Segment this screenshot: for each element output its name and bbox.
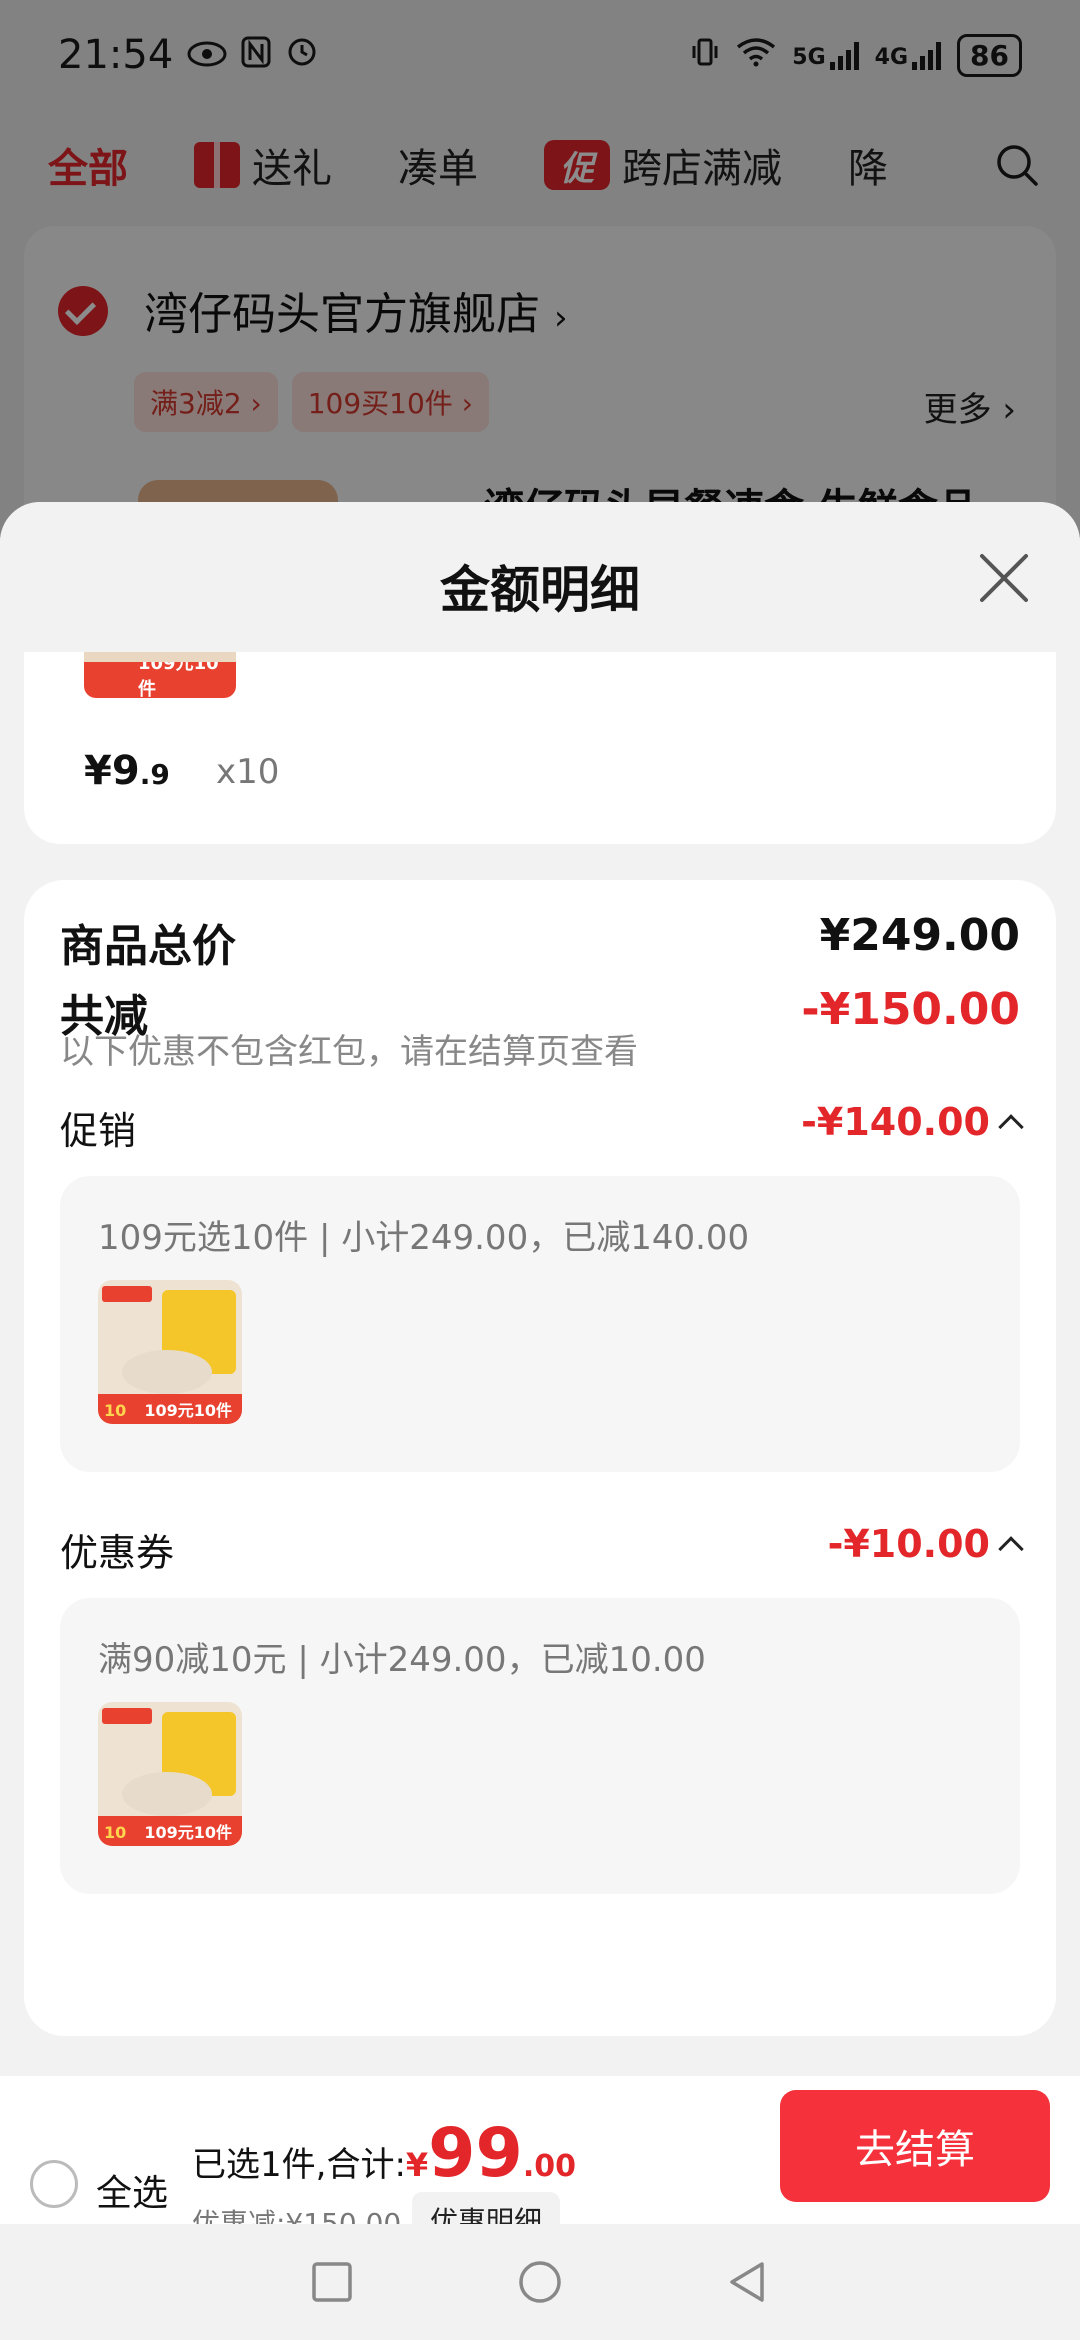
chevron-up-icon <box>998 1536 1024 1562</box>
thumb-price: 10 <box>104 1823 127 1842</box>
total-integer: 99 <box>428 2114 523 2193</box>
dumpling-plate-image <box>122 1350 212 1394</box>
amount-detail-sheet: 金额明细 109元10件 ¥9.9 x10 商品总价 ¥249.00 共减 -¥… <box>0 502 1080 2340</box>
coupon-detail-text: 满90减10元 | 小计249.00，已减10.00 <box>98 1640 706 1680</box>
brand-logo <box>102 1708 152 1724</box>
promotion-product-thumbnail[interactable]: 109元10件 10 <box>98 1280 242 1424</box>
promotion-toggle[interactable]: -¥140.00 <box>801 1100 1024 1144</box>
close-icon[interactable] <box>976 550 1032 606</box>
promotion-detail-text: 109元选10件 | 小计249.00，已减140.00 <box>98 1218 750 1258</box>
total-price-label: 商品总价 <box>60 921 236 972</box>
price-decimal: .9 <box>139 758 170 791</box>
brand-logo <box>102 1286 152 1302</box>
sheet-header: 金额明细 <box>0 502 1080 652</box>
checkout-bar: 全选 已选1件,合计: ¥ 99 .00 优惠减:¥150.00 优惠明细 去结… <box>0 2076 1080 2248</box>
dumpling-plate-image <box>122 1772 212 1816</box>
system-nav-bar <box>0 2224 1080 2340</box>
background-page: 21:54 5G 4G 86 全部 送礼 凑单 促 跨店满减 降 湾仔码头官方旗… <box>0 0 1080 570</box>
total-price-value: ¥249.00 <box>819 910 1020 961</box>
thumb-price: 10 <box>104 1401 127 1420</box>
select-all-label[interactable]: 全选 <box>96 2164 168 2216</box>
discount-total-value: -¥150.00 <box>801 984 1020 1035</box>
promotion-value: -¥140.00 <box>801 1100 990 1144</box>
recent-apps-icon[interactable] <box>308 2258 356 2306</box>
selected-summary: 已选1件,合计: ¥ 99 .00 <box>192 2120 576 2188</box>
sheet-title: 金额明细 <box>440 561 640 619</box>
total-symbol: ¥ <box>405 2146 429 2184</box>
promotion-label: 促销 <box>60 1109 137 1153</box>
selected-text: 已选1件,合计: <box>192 2145 406 2185</box>
checkout-button[interactable]: 去结算 <box>780 2090 1050 2202</box>
back-icon[interactable] <box>724 2258 772 2306</box>
coupon-product-thumbnail[interactable]: 109元10件 10 <box>98 1702 242 1846</box>
select-all-checkbox[interactable] <box>30 2160 78 2208</box>
coupon-value: -¥10.00 <box>827 1522 990 1566</box>
summary-card: 商品总价 ¥249.00 共减 -¥150.00 以下优惠不包含红包，请在结算页… <box>24 880 1056 2036</box>
item-price: ¥9.9 <box>84 748 170 794</box>
item-card: 109元10件 ¥9.9 x10 <box>24 652 1056 844</box>
home-icon[interactable] <box>516 2258 564 2306</box>
price-symbol: ¥ <box>84 748 112 794</box>
item-quantity: x10 <box>216 752 280 792</box>
discount-note: 以下优惠不包含红包，请在结算页查看 <box>60 1032 638 1072</box>
coupon-detail-box: 满90减10元 | 小计249.00，已减10.00 109元10件 10 <box>60 1598 1020 1894</box>
coupon-label: 优惠券 <box>60 1531 175 1575</box>
thumb-badge: 109元10件 <box>138 653 219 700</box>
dim-overlay[interactable] <box>0 0 1080 560</box>
price-integer: 9 <box>111 748 140 794</box>
total-decimal: .00 <box>522 2149 576 2184</box>
promotion-detail-box: 109元选10件 | 小计249.00，已减140.00 109元10件 10 <box>60 1176 1020 1472</box>
chevron-up-icon <box>998 1114 1024 1140</box>
coupon-toggle[interactable]: -¥10.00 <box>827 1522 1024 1566</box>
item-thumbnail[interactable]: 109元10件 <box>84 652 236 700</box>
